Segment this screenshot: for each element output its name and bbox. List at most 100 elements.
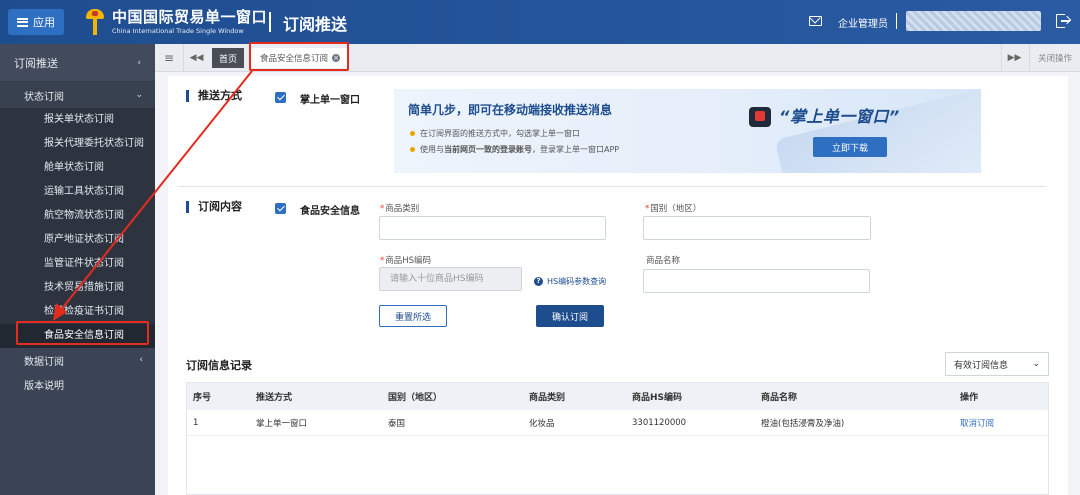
banner-step-2-a: 使用与 — [420, 145, 444, 154]
banner-step-1-text: 在订阅界面的推送方式中，勾选掌上单一窗口 — [420, 129, 580, 138]
bullet-icon — [410, 147, 415, 152]
hs-code-input[interactable]: 请输入十位商品HS编码 — [379, 267, 522, 291]
banner-step-2: 使用与当前网页一致的登录账号，登录掌上单一窗口APP — [410, 144, 619, 155]
sidebar-item-origin-cert[interactable]: 原产地证状态订阅 — [0, 228, 155, 252]
tab-scroll-left-icon[interactable]: ◀◀ — [183, 44, 209, 72]
country-label-text: 国别（地区） — [650, 204, 702, 214]
tab-home[interactable]: 首页 — [212, 48, 244, 68]
user-name-redacted — [906, 11, 1041, 31]
cancel-subscription-link[interactable]: 取消订阅 — [960, 410, 994, 435]
chevron-left-icon: ‹ — [139, 355, 143, 365]
user-divider — [896, 13, 897, 29]
subscription-title: 订阅内容 — [186, 201, 242, 213]
cell-country: 泰国 — [388, 418, 406, 429]
col-no: 序号 — [193, 393, 212, 403]
logo-title-cn: 中国国际贸易单一窗口 — [112, 7, 268, 26]
banner-step-2-b: 当前网页一致的登录账号 — [444, 145, 532, 154]
hs-code-help-link[interactable]: ? HS编码参数查询 — [534, 276, 606, 287]
logout-icon[interactable] — [1056, 14, 1070, 28]
category-input[interactable] — [379, 216, 606, 240]
chevron-down-icon: ⌄ — [1032, 359, 1040, 369]
product-name-label: 商品名称 — [646, 256, 681, 266]
country-label: *国别（地区） — [645, 204, 702, 214]
chevron-down-icon: ⌄ — [135, 90, 143, 100]
app-menu-button[interactable]: 应用 — [8, 9, 64, 35]
banner-headline: 简单几步，即可在移动端接收推送消息 — [408, 103, 613, 117]
sidebar-section-label: 订阅推送 — [14, 56, 58, 70]
food-safety-option[interactable]: 食品安全信息 — [300, 202, 360, 217]
hs-code-help-text: HS编码参数查询 — [547, 277, 607, 286]
reset-button[interactable]: 重置所选 — [379, 305, 447, 327]
app-promo-banner: 简单几步，即可在移动端接收推送消息 在订阅界面的推送方式中，勾选掌上单一窗口 使… — [394, 89, 981, 173]
cell-category: 化妆品 — [529, 418, 555, 429]
sidebar-group-label: 状态订阅 — [24, 91, 64, 103]
push-method-checkbox[interactable] — [275, 92, 286, 103]
col-country: 国别（地区） — [388, 393, 443, 403]
hamburger-icon — [17, 17, 28, 27]
chevron-left-icon: ‹ — [137, 57, 141, 68]
page-title: 订阅推送 — [283, 15, 348, 34]
app-window: 应用 中国国际贸易单一窗口 China International Trade … — [0, 0, 1080, 495]
country-input[interactable] — [643, 216, 871, 240]
section-divider — [178, 186, 1046, 187]
cell-no: 1 — [193, 417, 199, 428]
col-category: 商品类别 — [529, 393, 566, 403]
question-icon: ? — [534, 277, 543, 286]
app-logo-icon — [749, 107, 771, 127]
bullet-icon — [410, 131, 415, 136]
sidebar-item-customs-declaration[interactable]: 报关单状态订阅 — [0, 108, 155, 132]
sidebar-item-agency-entrust[interactable]: 报关代理委托状态订阅 — [0, 132, 155, 156]
sidebar-item-air-logistics[interactable]: 航空物流状态订阅 — [0, 204, 155, 228]
food-safety-checkbox[interactable] — [275, 203, 286, 214]
category-label: *商品类别 — [380, 204, 420, 214]
confirm-subscribe-button[interactable]: 确认订阅 — [536, 305, 604, 327]
cell-method: 掌上单一窗口 — [256, 418, 308, 429]
phone-illustration — [774, 89, 981, 173]
download-button[interactable]: 立即下载 — [813, 137, 887, 157]
banner-step-1: 在订阅界面的推送方式中，勾选掌上单一窗口 — [410, 128, 580, 139]
table-header: 序号 推送方式 国别（地区） 商品类别 商品HS编码 商品名称 操作 — [187, 383, 1048, 410]
sidebar-item-data-subscribe[interactable]: 数据订阅 ‹ — [0, 348, 155, 372]
top-header: 应用 中国国际贸易单一窗口 China International Trade … — [0, 0, 1080, 44]
sidebar-root-label: 数据订阅 — [24, 356, 64, 368]
highlight-tab-food-safety — [249, 42, 349, 71]
sidebar-group-status[interactable]: 状态订阅 ⌄ — [0, 82, 155, 108]
col-hs: 商品HS编码 — [632, 393, 683, 403]
sidebar-item-manifest[interactable]: 舱单状态订阅 — [0, 156, 155, 180]
table-row: 1 掌上单一窗口 泰国 化妆品 3301120000 橙油(包括浸膏及净油) 取… — [187, 410, 1048, 436]
push-method-option[interactable]: 掌上单一窗口 — [300, 91, 360, 106]
header-divider — [269, 12, 271, 32]
emblem-icon — [84, 7, 106, 37]
close-operations-button[interactable]: 关闭操作 — [1029, 44, 1080, 72]
col-action: 操作 — [960, 393, 979, 403]
category-label-text: 商品类别 — [385, 204, 420, 214]
product-name-input[interactable] — [643, 269, 870, 293]
sidebar-root-label: 版本说明 — [24, 380, 64, 392]
logo-title-en: China International Trade Single Window — [112, 26, 244, 35]
hs-code-label: *商品HS编码 — [380, 256, 432, 266]
records-title: 订阅信息记录 — [186, 359, 252, 372]
user-role[interactable]: 企业管理员 — [838, 15, 888, 30]
sidebar: 订阅推送 ‹ 状态订阅 ⌄ 报关单状态订阅 报关代理委托状态订阅 舱单状态订阅 … — [0, 44, 155, 495]
sidebar-toggle-icon[interactable]: ≡ — [155, 44, 183, 72]
highlight-sidebar-food-safety — [16, 321, 149, 345]
banner-step-2-text: 使用与当前网页一致的登录账号，登录掌上单一窗口APP — [420, 144, 619, 155]
tab-scroll-right-icon[interactable]: ▶▶ — [1001, 44, 1027, 72]
hs-code-label-text: 商品HS编码 — [385, 256, 432, 266]
mail-icon[interactable] — [809, 16, 822, 26]
sidebar-section-subscribe[interactable]: 订阅推送 ‹ — [0, 44, 155, 82]
records-filter-value: 有效订阅信息 — [954, 360, 1009, 371]
main-panel: 推送方式 掌上单一窗口 简单几步，即可在移动端接收推送消息 在订阅界面的推送方式… — [168, 76, 1068, 495]
sidebar-item-regulatory-doc[interactable]: 监管证件状态订阅 — [0, 252, 155, 276]
push-method-title: 推送方式 — [186, 90, 242, 102]
sidebar-item-tech-trade[interactable]: 技术贸易措施订阅 — [0, 276, 155, 300]
records-table: 序号 推送方式 国别（地区） 商品类别 商品HS编码 商品名称 操作 1 掌上单… — [186, 382, 1049, 495]
cell-hs: 3301120000 — [632, 417, 687, 428]
banner-app-name: “掌上单一窗口” — [779, 107, 900, 126]
sidebar-item-version[interactable]: 版本说明 — [0, 372, 155, 396]
records-filter-select[interactable]: 有效订阅信息 ⌄ — [945, 352, 1049, 376]
site-logo[interactable]: 中国国际贸易单一窗口 China International Trade Sin… — [84, 6, 267, 38]
banner-step-2-c: ，登录掌上单一窗口APP — [532, 145, 620, 154]
sidebar-item-transport[interactable]: 运输工具状态订阅 — [0, 180, 155, 204]
col-name: 商品名称 — [761, 393, 798, 403]
